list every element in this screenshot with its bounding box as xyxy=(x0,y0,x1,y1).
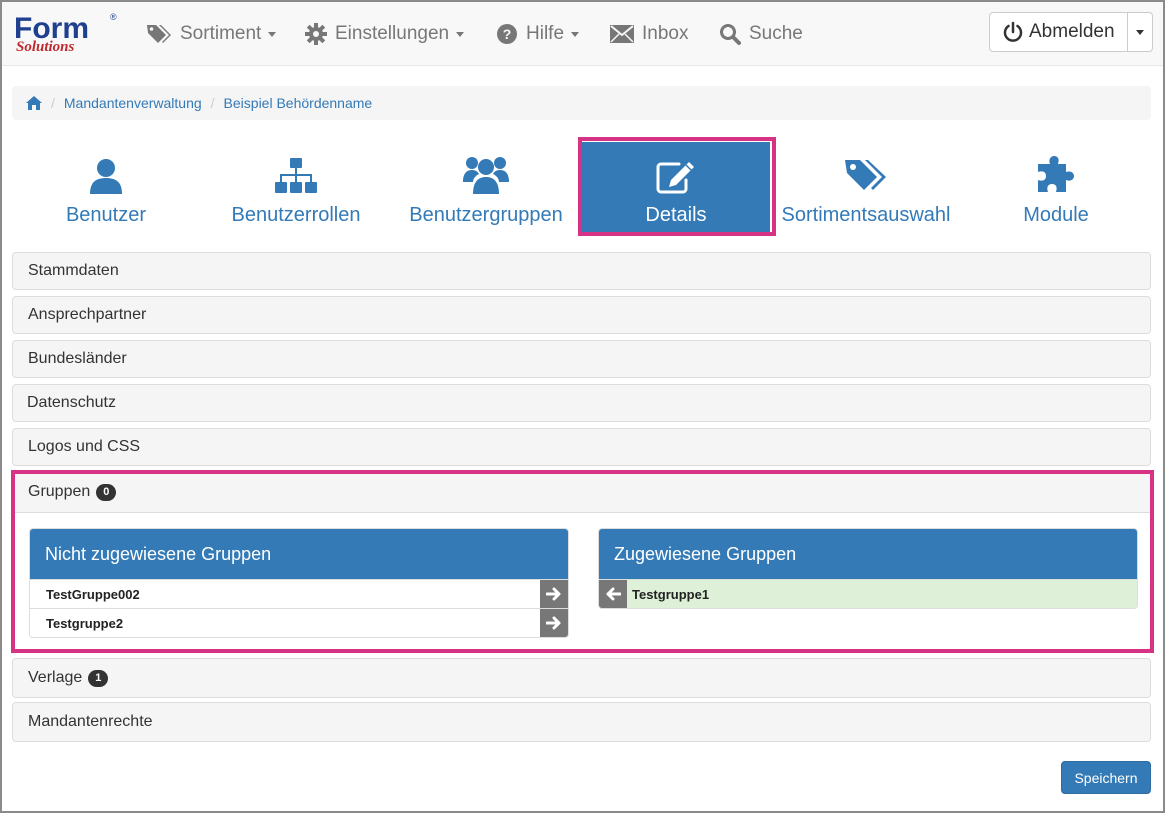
question-circle-icon: ? xyxy=(497,23,517,44)
panel-datenschutz-title: Datenschutz xyxy=(27,394,116,411)
search-icon xyxy=(720,23,741,45)
breadcrumb-mandantenverwaltung[interactable]: Mandantenverwaltung xyxy=(64,95,202,111)
tile-benutzergruppen-label: Benutzergruppen xyxy=(409,204,563,226)
users-icon xyxy=(463,157,509,194)
gruppen-highlight-frame xyxy=(11,470,1154,653)
chevron-down-icon xyxy=(456,32,465,37)
top-navbar: Form ® Solutions Sortiment Einstellungen… xyxy=(2,2,1163,66)
tile-benutzerrollen-label: Benutzerrollen xyxy=(231,204,361,226)
logout-button-group: Abmelden xyxy=(989,12,1153,52)
tile-module[interactable]: Module xyxy=(962,142,1150,232)
app-window: Form ® Solutions Sortiment Einstellungen… xyxy=(0,0,1165,813)
panel-datenschutz[interactable]: Datenschutz xyxy=(12,384,1151,422)
panel-stammdaten-title: Stammdaten xyxy=(28,262,119,279)
nav-hilfe-label: Hilfe xyxy=(526,22,565,44)
breadcrumb-separator: / xyxy=(51,95,55,111)
nav-suche-label: Suche xyxy=(749,22,803,44)
panel-logos-title: Logos und CSS xyxy=(28,438,141,455)
user-icon xyxy=(90,159,122,194)
chevron-down-icon xyxy=(268,32,277,37)
tile-sortimentsauswahl[interactable]: Sortimentsauswahl xyxy=(772,142,960,232)
tile-benutzerrollen[interactable]: Benutzerrollen xyxy=(202,142,390,232)
breadcrumb-behoerdenname[interactable]: Beispiel Behördenname xyxy=(224,95,373,111)
home-icon[interactable] xyxy=(26,96,42,110)
tile-sortimentsauswahl-label: Sortimentsauswahl xyxy=(781,204,951,226)
chevron-down-icon xyxy=(571,32,580,37)
panel-ansprechpartner[interactable]: Ansprechpartner xyxy=(12,296,1151,334)
panel-stammdaten[interactable]: Stammdaten xyxy=(12,252,1151,290)
formsolutions-logo[interactable]: Form ® Solutions xyxy=(12,8,122,58)
panel-bundeslaender[interactable]: Bundesländer xyxy=(12,340,1151,378)
tags-icon xyxy=(845,160,886,190)
tags-icon xyxy=(147,24,171,43)
nav-einstellungen[interactable]: Einstellungen xyxy=(305,2,465,65)
panel-logos-css[interactable]: Logos und CSS xyxy=(12,428,1151,466)
nav-inbox-label: Inbox xyxy=(642,22,689,44)
logout-button[interactable]: Abmelden xyxy=(989,12,1128,52)
tile-benutzer-label: Benutzer xyxy=(65,204,147,226)
tile-module-label: Module xyxy=(1023,204,1089,226)
svg-text:?: ? xyxy=(503,26,512,42)
panel-mandantenrechte[interactable]: Mandantenrechte xyxy=(12,702,1151,742)
nav-suche[interactable]: Suche xyxy=(719,2,803,65)
panel-ansprechpartner-title: Ansprechpartner xyxy=(28,306,147,323)
sitemap-icon xyxy=(275,158,317,193)
breadcrumb: / Mandantenverwaltung / Beispiel Behörde… xyxy=(12,86,1151,120)
chevron-down-icon xyxy=(1135,29,1144,35)
panel-verlage[interactable]: Verlage 1 xyxy=(12,658,1151,698)
logo-mark: ® xyxy=(110,12,117,22)
nav-inbox[interactable]: Inbox xyxy=(610,2,688,65)
logout-dropdown-toggle[interactable] xyxy=(1127,12,1153,52)
logout-label: Abmelden xyxy=(1029,21,1115,42)
envelope-icon xyxy=(610,24,634,43)
nav-sortiment[interactable]: Sortiment xyxy=(146,2,277,65)
details-highlight-frame xyxy=(578,137,776,236)
breadcrumb-separator: / xyxy=(210,95,215,111)
logo-sub: Solutions xyxy=(16,39,75,55)
panel-bundeslaender-title: Bundesländer xyxy=(28,350,127,367)
verlage-count-badge: 1 xyxy=(88,669,109,687)
gear-icon xyxy=(305,22,327,45)
puzzle-icon xyxy=(1038,156,1074,192)
nav-sortiment-label: Sortiment xyxy=(180,22,262,44)
nav-hilfe[interactable]: ? Hilfe xyxy=(496,2,580,65)
tile-benutzergruppen[interactable]: Benutzergruppen xyxy=(392,142,580,232)
panel-verlage-title: Verlage xyxy=(28,669,83,686)
nav-einstellungen-label: Einstellungen xyxy=(335,22,450,44)
power-icon xyxy=(1003,21,1023,42)
tile-benutzer[interactable]: Benutzer xyxy=(12,142,200,232)
panel-mandantenrechte-title: Mandantenrechte xyxy=(28,713,153,730)
panel-verlage-title-wrap: Verlage 1 xyxy=(28,669,109,687)
save-button[interactable]: Speichern xyxy=(1061,761,1151,794)
